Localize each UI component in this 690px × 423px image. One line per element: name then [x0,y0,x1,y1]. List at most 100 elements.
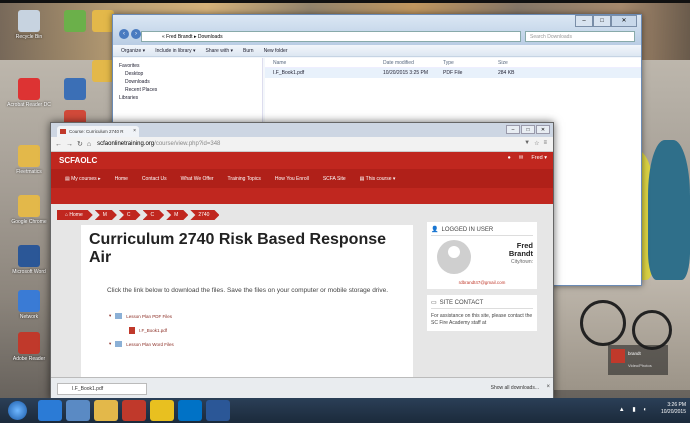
app-icon[interactable] [66,400,90,421]
forward-arrow-icon[interactable]: → [66,141,73,148]
desktop-icon-network[interactable]: Network [6,290,52,320]
filter-icon[interactable]: ▼ [524,140,530,147]
folder-icon [115,341,123,347]
site-brand[interactable]: SCFAOLC [59,156,97,165]
user-menu[interactable]: Fred ▾ [531,155,547,161]
folder-word-files[interactable]: ▾ Lesson Plan Word Files [109,337,405,351]
user-email[interactable]: rdbrandt47@gmail.com [431,274,533,285]
word-taskbar-icon[interactable] [206,400,230,421]
star-icon[interactable]: ☆ [534,140,539,147]
chat-notification[interactable]: brandt Video/Photos [608,345,668,375]
start-button[interactable] [8,401,27,420]
chat-sub: Video/Photos [628,363,652,368]
file-size: 284 KB [498,70,515,76]
download-item[interactable]: I.F_Book1.pdf [57,383,147,395]
new-folder-button[interactable]: New folder [264,48,288,54]
nav-what-we-offer[interactable]: What We Offer [181,176,214,182]
address-bar[interactable]: scfaonlinetraining.org/course/view.php?i… [97,141,220,147]
expand-icon[interactable]: ▾ [109,313,111,319]
nav-this-course[interactable]: ▤ This course ▾ [360,176,396,182]
close-icon[interactable]: × [546,384,550,390]
folder-icon [18,145,40,167]
logged-in-user-block: 👤 LOGGED IN USER Fred Brandt City/town: … [427,222,537,289]
explorer-taskbar-icon[interactable] [94,400,118,421]
show-all-downloads-link[interactable]: Show all downloads... [491,385,539,391]
maximize-button[interactable]: □ [593,15,611,27]
nav-training-topics[interactable]: Training Topics [228,176,261,182]
nav-home[interactable]: Home [115,176,128,182]
explorer-search-input[interactable]: Search Downloads [525,31,635,42]
nav-favorites[interactable]: Favorites [119,62,256,70]
desktop-icon-fleetmatics[interactable]: Fleetmatics [6,145,52,175]
close-button[interactable]: ✕ [536,125,550,134]
nav-my-courses[interactable]: ▤ My courses ▸ [65,176,101,182]
system-tray-icons[interactable]: ▲ ▮ ◐ [619,406,650,413]
reload-icon[interactable]: ↻ [77,140,83,148]
url-host: scfaonlinetraining.org [97,141,155,147]
nav-recent-places[interactable]: Recent Places [119,86,256,94]
back-arrow-icon[interactable]: ‹ [119,29,129,39]
adobe-reader-icon [18,332,40,354]
file-date: 10/20/2015 3:25 PM [383,70,429,76]
share-with-button[interactable]: Share with ▾ [206,48,234,54]
desktop-icon-chrome[interactable]: Google Chrome [6,195,52,225]
maximize-button[interactable]: □ [521,125,535,134]
nav-contact-us[interactable]: Contact Us [142,176,167,182]
outlook-icon[interactable] [178,400,202,421]
expand-icon[interactable]: ▾ [109,341,111,347]
nav-how-you-enroll[interactable]: How You Enroll [275,176,309,182]
folder-pdf-files[interactable]: ▾ Lesson Plan PDF Files [109,309,405,323]
menu-icon[interactable]: ≡ [543,140,547,147]
minimize-button[interactable]: – [506,125,520,134]
forward-arrow-icon[interactable]: › [131,29,141,39]
url-path: /course/view.php?id=348 [154,141,221,147]
breadcrumb-item[interactable]: C [143,210,165,220]
explorer-titlebar[interactable]: ‹ › « Fred Brandt ▸ Downloads Search Dow… [113,15,641,45]
folder-icon [115,313,123,319]
avatar[interactable] [437,240,471,274]
column-size[interactable]: Size [498,60,538,66]
browser-tab[interactable]: Course: Curriculum 2740 R × [57,126,139,137]
nav-libraries[interactable]: Libraries [119,94,256,102]
browser-window[interactable]: Course: Curriculum 2740 R × – □ ✕ ← → ↻ … [50,122,554,400]
mail-icon[interactable]: ✉ [519,155,524,161]
contact-card-icon: ▭ [431,300,437,306]
download-instructions: Click the link below to download the fil… [107,287,389,294]
minimize-button[interactable]: – [575,15,593,27]
organize-button[interactable]: Organize ▾ [121,48,145,54]
breadcrumb-item[interactable]: 2740 [190,210,219,220]
notification-icon[interactable]: ● [507,155,510,161]
page-title: Curriculum 2740 Risk Based Response Air [89,231,387,266]
breadcrumb-item[interactable]: M [95,210,117,220]
column-name[interactable]: Name [265,60,383,66]
breadcrumb-home[interactable]: ⌂ Home [57,210,93,220]
chrome-taskbar-icon[interactable] [150,400,174,421]
column-date[interactable]: Date modified [383,60,443,66]
folder-icon [92,10,114,32]
desktop-icon-word[interactable]: Microsoft Word [6,245,52,275]
file-row[interactable]: I.F_Book1.pdf 10/20/2015 3:25 PM PDF Fil… [265,68,641,78]
column-type[interactable]: Type [443,60,498,66]
site-header: SCFAOLC ● ✉ Fred ▾ [51,152,553,169]
clock[interactable]: 3:26 PM 10/20/2015 [661,402,686,416]
breadcrumb-item[interactable]: M [166,210,188,220]
include-library-button[interactable]: Include in library ▾ [155,48,195,54]
desktop-icon-acrobat[interactable]: Acrobat Reader DC [6,78,52,108]
explorer-nav-buttons: ‹ › [119,29,141,39]
nav-desktop[interactable]: Desktop [119,70,256,78]
close-button[interactable]: ✕ [611,15,637,27]
tab-close-icon[interactable]: × [133,126,136,137]
desktop-icon-recycle-bin[interactable]: Recycle Bin [6,10,52,40]
nav-downloads[interactable]: Downloads [119,78,256,86]
ie-icon[interactable] [38,400,62,421]
pdf-file-link[interactable]: I.F_Book1.pdf [129,323,405,337]
desktop-icon-adobe-reader[interactable]: Adobe Reader [6,332,52,362]
burn-button[interactable]: Burn [243,48,254,54]
explorer-address-bar[interactable]: « Fred Brandt ▸ Downloads [141,31,521,42]
back-arrow-icon[interactable]: ← [55,141,62,148]
browser-toolbar: ← → ↻ ⌂ scfaonlinetraining.org/course/vi… [51,137,553,152]
breadcrumb-item[interactable]: C [119,210,141,220]
nav-scfa-site[interactable]: SCFA Site [323,176,346,182]
media-icon[interactable] [122,400,146,421]
home-icon[interactable]: ⌂ [87,141,91,148]
